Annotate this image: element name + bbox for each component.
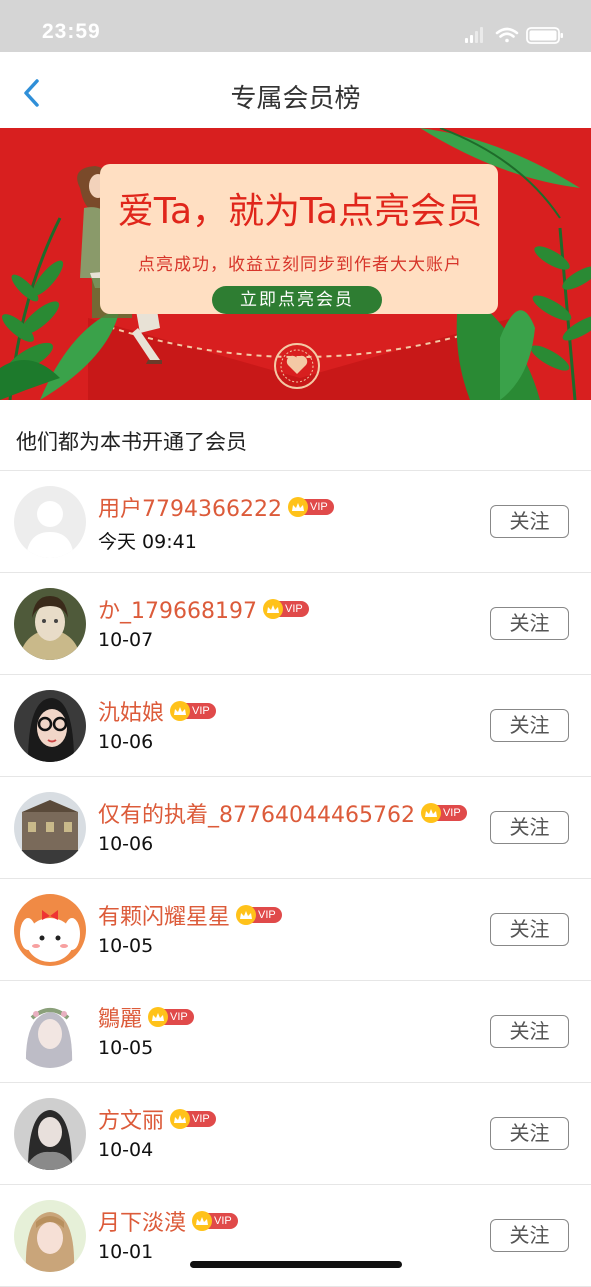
section-title: 他们都为本书开通了会员 xyxy=(16,430,247,454)
vip-badge: VIP xyxy=(170,1109,216,1129)
member-list: 用户7794366222 VIP 今天 09:41 关注 か_179668197… xyxy=(0,471,591,1287)
member-name[interactable]: 仅有的执着_87764044465762 xyxy=(98,797,415,829)
list-item[interactable]: か_179668197 VIP 10-07 关注 xyxy=(0,573,591,675)
promo-banner[interactable]: 爱Ta，就为Ta点亮会员 点亮成功，收益立刻同步到作者大大账户 立即点亮会员 xyxy=(0,128,591,400)
avatar[interactable] xyxy=(14,486,86,558)
member-date: 10-07 xyxy=(98,629,154,651)
avatar[interactable] xyxy=(14,894,86,966)
member-date: 10-05 xyxy=(98,1037,154,1059)
member-date: 10-06 xyxy=(98,731,154,753)
member-name[interactable]: 月下淡漠 xyxy=(98,1205,186,1237)
avatar[interactable] xyxy=(14,1200,86,1272)
vip-badge: VIP xyxy=(287,497,334,517)
avatar[interactable] xyxy=(14,588,86,660)
vip-badge: VIP xyxy=(236,905,282,925)
signal-icon xyxy=(465,27,483,43)
follow-button[interactable]: 关注 xyxy=(490,709,569,742)
crown-icon xyxy=(170,701,191,721)
list-item[interactable]: 氿姑娘 VIP 10-06 关注 xyxy=(0,675,591,777)
follow-button[interactable]: 关注 xyxy=(490,913,569,946)
vip-badge: VIP xyxy=(420,803,467,823)
member-name[interactable]: 氿姑娘 xyxy=(98,695,164,727)
member-name-line: 方文丽 VIP xyxy=(98,1103,216,1135)
member-date: 10-04 xyxy=(98,1139,154,1161)
member-name-line: 氿姑娘 VIP xyxy=(98,695,216,727)
avatar[interactable] xyxy=(14,996,86,1068)
list-item[interactable]: 用户7794366222 VIP 今天 09:41 关注 xyxy=(0,471,591,573)
avatar[interactable] xyxy=(14,792,86,864)
vip-badge: VIP xyxy=(148,1007,194,1027)
member-name-line: 鶵麗 VIP xyxy=(98,1001,194,1033)
crown-icon xyxy=(287,497,308,517)
member-name-line: か_179668197 VIP xyxy=(98,593,309,625)
banner-title: 爱Ta，就为Ta点亮会员 xyxy=(117,191,483,232)
member-name-line: 用户7794366222 VIP xyxy=(98,491,334,523)
vip-badge: VIP xyxy=(192,1211,238,1231)
crown-icon xyxy=(148,1007,169,1027)
crown-icon xyxy=(262,599,283,619)
member-name[interactable]: 方文丽 xyxy=(98,1103,164,1135)
member-name[interactable]: 用户7794366222 xyxy=(98,491,282,523)
crown-icon xyxy=(170,1109,191,1129)
member-name[interactable]: か_179668197 xyxy=(98,593,257,625)
member-name-line: 有颗闪耀星星 VIP xyxy=(98,899,282,931)
follow-button[interactable]: 关注 xyxy=(490,505,569,538)
vip-badge: VIP xyxy=(170,701,216,721)
follow-button[interactable]: 关注 xyxy=(490,1219,569,1252)
follow-button[interactable]: 关注 xyxy=(490,1015,569,1048)
status-icons xyxy=(465,26,565,48)
home-indicator[interactable] xyxy=(190,1261,402,1268)
member-date: 今天 09:41 xyxy=(98,531,197,553)
list-item[interactable]: 方文丽 VIP 10-04 关注 xyxy=(0,1083,591,1185)
member-date: 10-05 xyxy=(98,935,154,957)
list-item[interactable]: 仅有的执着_87764044465762 VIP 10-06 关注 xyxy=(0,777,591,879)
page-title: 专属会员榜 xyxy=(230,84,361,114)
member-name[interactable]: 鶵麗 xyxy=(98,1001,142,1033)
avatar[interactable] xyxy=(14,1098,86,1170)
follow-button[interactable]: 关注 xyxy=(490,607,569,640)
crown-icon xyxy=(420,803,441,823)
battery-icon xyxy=(526,27,563,44)
member-date: 10-01 xyxy=(98,1241,154,1263)
nav-bar: 专属会员榜 xyxy=(0,52,591,129)
crown-icon xyxy=(192,1211,213,1231)
avatar[interactable] xyxy=(14,690,86,762)
vip-badge: VIP xyxy=(262,599,309,619)
wifi-icon xyxy=(495,27,519,43)
member-date: 10-06 xyxy=(98,833,154,855)
light-up-vip-button[interactable]: 立即点亮会员 xyxy=(212,286,382,314)
member-name-line: 月下淡漠 VIP xyxy=(98,1205,238,1237)
banner-subtitle: 点亮成功，收益立刻同步到作者大大账户 xyxy=(138,255,462,275)
list-item[interactable]: 有颗闪耀星星 VIP 10-05 关注 xyxy=(0,879,591,981)
list-item[interactable]: 鶵麗 VIP 10-05 关注 xyxy=(0,981,591,1083)
member-name[interactable]: 有颗闪耀星星 xyxy=(98,899,230,931)
crown-icon xyxy=(236,905,257,925)
follow-button[interactable]: 关注 xyxy=(490,811,569,844)
follow-button[interactable]: 关注 xyxy=(490,1117,569,1150)
status-bar: 23:59 xyxy=(0,0,591,52)
member-name-line: 仅有的执着_87764044465762 VIP xyxy=(98,797,467,829)
status-time: 23:59 xyxy=(42,20,101,43)
list-item[interactable]: 月下淡漠 VIP 10-01 关注 xyxy=(0,1185,591,1287)
